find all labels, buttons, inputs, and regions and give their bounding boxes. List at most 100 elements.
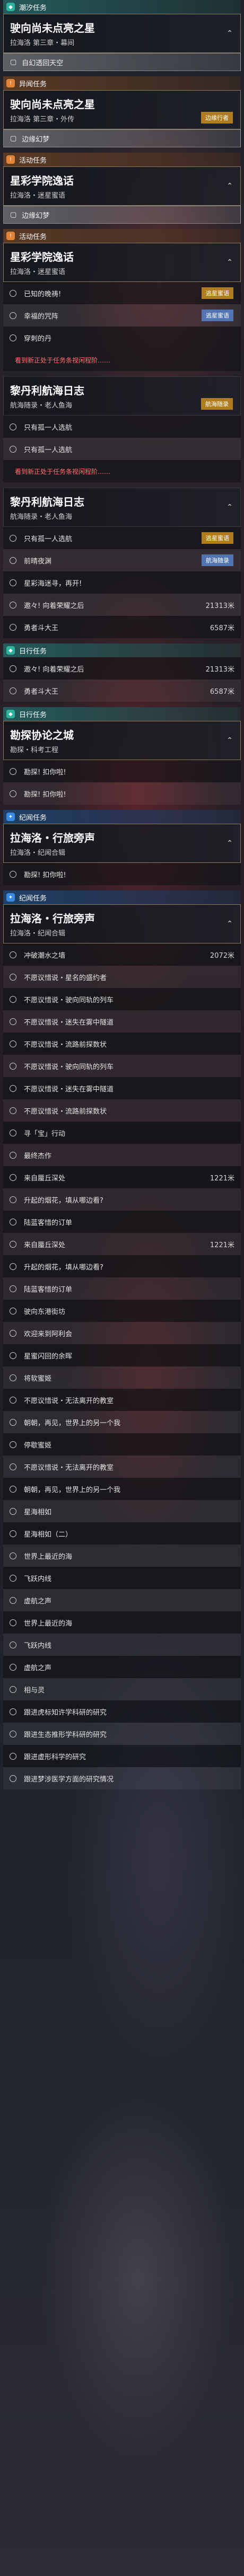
status-dot (10, 1441, 16, 1448)
objective-row[interactable]: 星蜜闪回的余晖 (3, 1344, 241, 1366)
objective-row[interactable]: 虚航之声 (3, 1589, 241, 1611)
objective-row[interactable]: 陆蓝客惜的订单 (3, 1211, 241, 1233)
objective-row[interactable]: 飞跃内线 (3, 1567, 241, 1589)
objective-row[interactable]: 欢迎来到阿利会 (3, 1322, 241, 1344)
quest-card[interactable]: 拉海洛・行旅旁声 拉海洛・纪闻合辑 ⌃ (3, 904, 241, 943)
status-dot (10, 1596, 16, 1604)
objective-row[interactable]: 幸福的咒阵 逃星蜜语 (3, 304, 241, 327)
objective-row[interactable]: 勇者斗大王 6587米 (3, 680, 241, 702)
objective-row[interactable]: 世界上最近的海 (3, 1545, 241, 1567)
quest-card[interactable]: 驶向尚未点亮之星 拉海洛 第三章・幕间 ⌃ (3, 14, 241, 53)
quest-card[interactable]: 黎丹利航海日志 航海随录・老人鱼海 航海随录 (3, 376, 241, 416)
objective-row[interactable]: 寻「宝」行动 (3, 1122, 241, 1144)
objective-row[interactable]: 来自蜃丘深处 1221米 (3, 1233, 241, 1255)
objective-row[interactable]: 升起的烟花，填从哪边看? (3, 1255, 241, 1277)
objective-row[interactable]: 跟进虚形科学的研究 (3, 1745, 241, 1767)
quest-subtitle: 航海随录・老人鱼海 (10, 402, 73, 410)
objective-row[interactable]: 飞跃内线 (3, 1634, 241, 1656)
objective-label: 世界上最近的海 (24, 1619, 73, 1628)
objective-label: 不愿议惜说・迷失在雾中隧道 (24, 1018, 114, 1027)
objective-label: 勇者斗大王 (24, 624, 59, 632)
status-dot (10, 951, 16, 958)
objective-row[interactable]: 世界上最近的海 (3, 1611, 241, 1634)
objective-row[interactable]: 已知的晚祷! 逃星蜜语 (3, 282, 241, 304)
quest-subtitle: 勘探・科考工程 (10, 746, 59, 754)
objective-row[interactable]: 不愿议惜说・流路前探数状 (3, 1099, 241, 1122)
section-header[interactable]: ◆ 日行任务 (3, 643, 241, 657)
section-header[interactable]: ◆ 潮汐任务 (3, 0, 241, 14)
objective-label: 邀々! 向着荣耀之后 (24, 665, 84, 674)
objective-row[interactable]: 冲破潮水之墙 2072米 (3, 943, 241, 966)
objective-row[interactable]: 勘探! 扣你啦! (3, 760, 241, 782)
objective-row[interactable]: 朝朝，再见，世界上的另一个我 (3, 1411, 241, 1433)
quest-card[interactable]: 星彩学院逸话 拉海洛・迷星蜜语 ⌃ (3, 243, 241, 282)
objective-row[interactable]: 不愿议惜说・无法离开的教室 (3, 1389, 241, 1411)
objective-row[interactable]: 前晴夜渊 航海随录 (3, 549, 241, 571)
objective-label: 穿刺的丹 (24, 334, 52, 343)
objective-row[interactable]: 只有孤一人选航 (3, 438, 241, 460)
objective-row[interactable]: 不愿议惜说・迷失在雾中隧道 (3, 1077, 241, 1099)
status-dot (10, 1396, 16, 1404)
objective-row[interactable]: 升起的烟花，填从哪边看? (3, 1188, 241, 1211)
objective-row[interactable]: 陆蓝客惜的订单 (3, 1277, 241, 1300)
chevron-down-icon[interactable]: ⌃ (226, 29, 233, 38)
chevron-down-icon[interactable]: ⌃ (226, 920, 233, 928)
objective-row[interactable]: 邀々! 向着荣耀之后 21313米 (3, 594, 241, 616)
objective-row[interactable]: 跟进生态推形学科研的研究 (3, 1723, 241, 1745)
quest-card[interactable]: 黎丹利航海日志 航海随录・老人鱼海 ⌃ (3, 488, 241, 527)
objective-row[interactable]: 只有孤一人选航 (3, 416, 241, 438)
objective-row[interactable]: 不愿议惜说・驶向同轨的列车 (3, 988, 241, 1010)
objective-row[interactable]: 相与灵 (3, 1678, 241, 1700)
objective-row[interactable]: 不愿议惜说・无法离开的教室 (3, 1455, 241, 1478)
objective-row[interactable]: 不愿议惜说・流路前探数状 (3, 1033, 241, 1055)
chevron-down-icon[interactable]: ⌃ (226, 182, 233, 190)
objective-row[interactable]: 驶向东港街坊 (3, 1300, 241, 1322)
status-dot (10, 687, 16, 694)
chevron-down-icon[interactable]: ⌃ (226, 736, 233, 745)
objective-row[interactable]: 不愿议惜说・星名的盛约者 (3, 966, 241, 988)
section-header[interactable]: ✦ 纪闻任务 (3, 890, 241, 904)
chevron-down-icon[interactable]: ⌃ (226, 258, 233, 267)
chevron-down-icon[interactable]: ⌃ (226, 503, 233, 511)
objective-row[interactable]: 穿刺的丹 (3, 327, 241, 349)
objective-row[interactable]: 跟进梦涉医学方面的研究情况 (3, 1767, 241, 1789)
objective-row[interactable]: 勘探! 扣你啦! (3, 782, 241, 805)
section-header[interactable]: ◆ 日行任务 (3, 707, 241, 721)
objective-row[interactable]: 邀々! 向着荣耀之后 21313米 (3, 657, 241, 680)
objective-row[interactable]: 将软蜜姬 (3, 1366, 241, 1389)
section-header[interactable]: ! 活动任务 (3, 229, 241, 243)
quest-card[interactable]: 驶向尚未点亮之星 拉海洛 第三章・外传 边缘行者 (3, 90, 241, 129)
objective-row[interactable]: 不愿议惜说・驶向同轨的列车 (3, 1055, 241, 1077)
check-icon: ▢ (10, 58, 17, 66)
status-dot (10, 557, 16, 564)
quest-name: 驶向尚未点亮之星 (10, 22, 95, 34)
objective-row[interactable]: 跟进虎标知许学科研的研究 (3, 1700, 241, 1723)
objective-item[interactable]: ▢ 自幻透回天空 (3, 53, 241, 71)
objective-row[interactable]: 星彩海迷寻，再开! (3, 571, 241, 594)
objective-row[interactable]: 朝朝，再见，世界上的另一个我 (3, 1478, 241, 1500)
quest-card[interactable]: 勘探协论之城 勘探・科考工程 ⌃ (3, 721, 241, 760)
objective-item[interactable]: ▢ 边缘幻梦 (3, 206, 241, 224)
objective-row[interactable]: 勇者斗大王 6587米 (3, 616, 241, 638)
section-header[interactable]: ! 异闻任务 (3, 76, 241, 90)
quest-card[interactable]: 星彩学院逸话 拉海洛・迷星蜜语 ⌃ (3, 166, 241, 206)
quest-card[interactable]: 拉海洛・行旅旁声 拉海洛・纪闻合辑 ⌃ (3, 824, 241, 863)
quest-name: 星彩学院逸话 (10, 251, 74, 263)
objective-row[interactable]: 星海相如 (3, 1500, 241, 1522)
objective-row[interactable]: 虚航之声 (3, 1656, 241, 1678)
quest-name: 拉海洛・行旅旁声 (10, 912, 95, 925)
objective-row[interactable]: 最终杰作 (3, 1144, 241, 1166)
status-dot (10, 601, 16, 608)
objective-row[interactable]: 不愿议惜说・迷失在雾中隧道 (3, 1010, 241, 1033)
section-header[interactable]: ! 活动任务 (3, 153, 241, 166)
chevron-down-icon[interactable]: ⌃ (226, 839, 233, 848)
objective-row[interactable]: 来自蜃丘深处 1221米 (3, 1166, 241, 1188)
section-header[interactable]: ✦ 纪闻任务 (3, 810, 241, 824)
objective-row[interactable]: 星海相如（二） (3, 1522, 241, 1545)
quest-panel: ✦ 纪闻任务 拉海洛・行旅旁声 拉海洛・纪闻合辑 ⌃ 冲破潮水之墙 2072米 不愿议惜说・星… (3, 890, 241, 1789)
objective-row[interactable]: 勘探! 扣你啦! (3, 863, 241, 885)
objective-label: 只有孤一人选航 (24, 424, 73, 432)
objective-item[interactable]: ▢ 边缘幻梦 (3, 129, 241, 147)
objective-row[interactable]: 只有孤一人选航 逃星蜜语 (3, 527, 241, 549)
objective-row[interactable]: 停歇蜜姬 (3, 1433, 241, 1455)
